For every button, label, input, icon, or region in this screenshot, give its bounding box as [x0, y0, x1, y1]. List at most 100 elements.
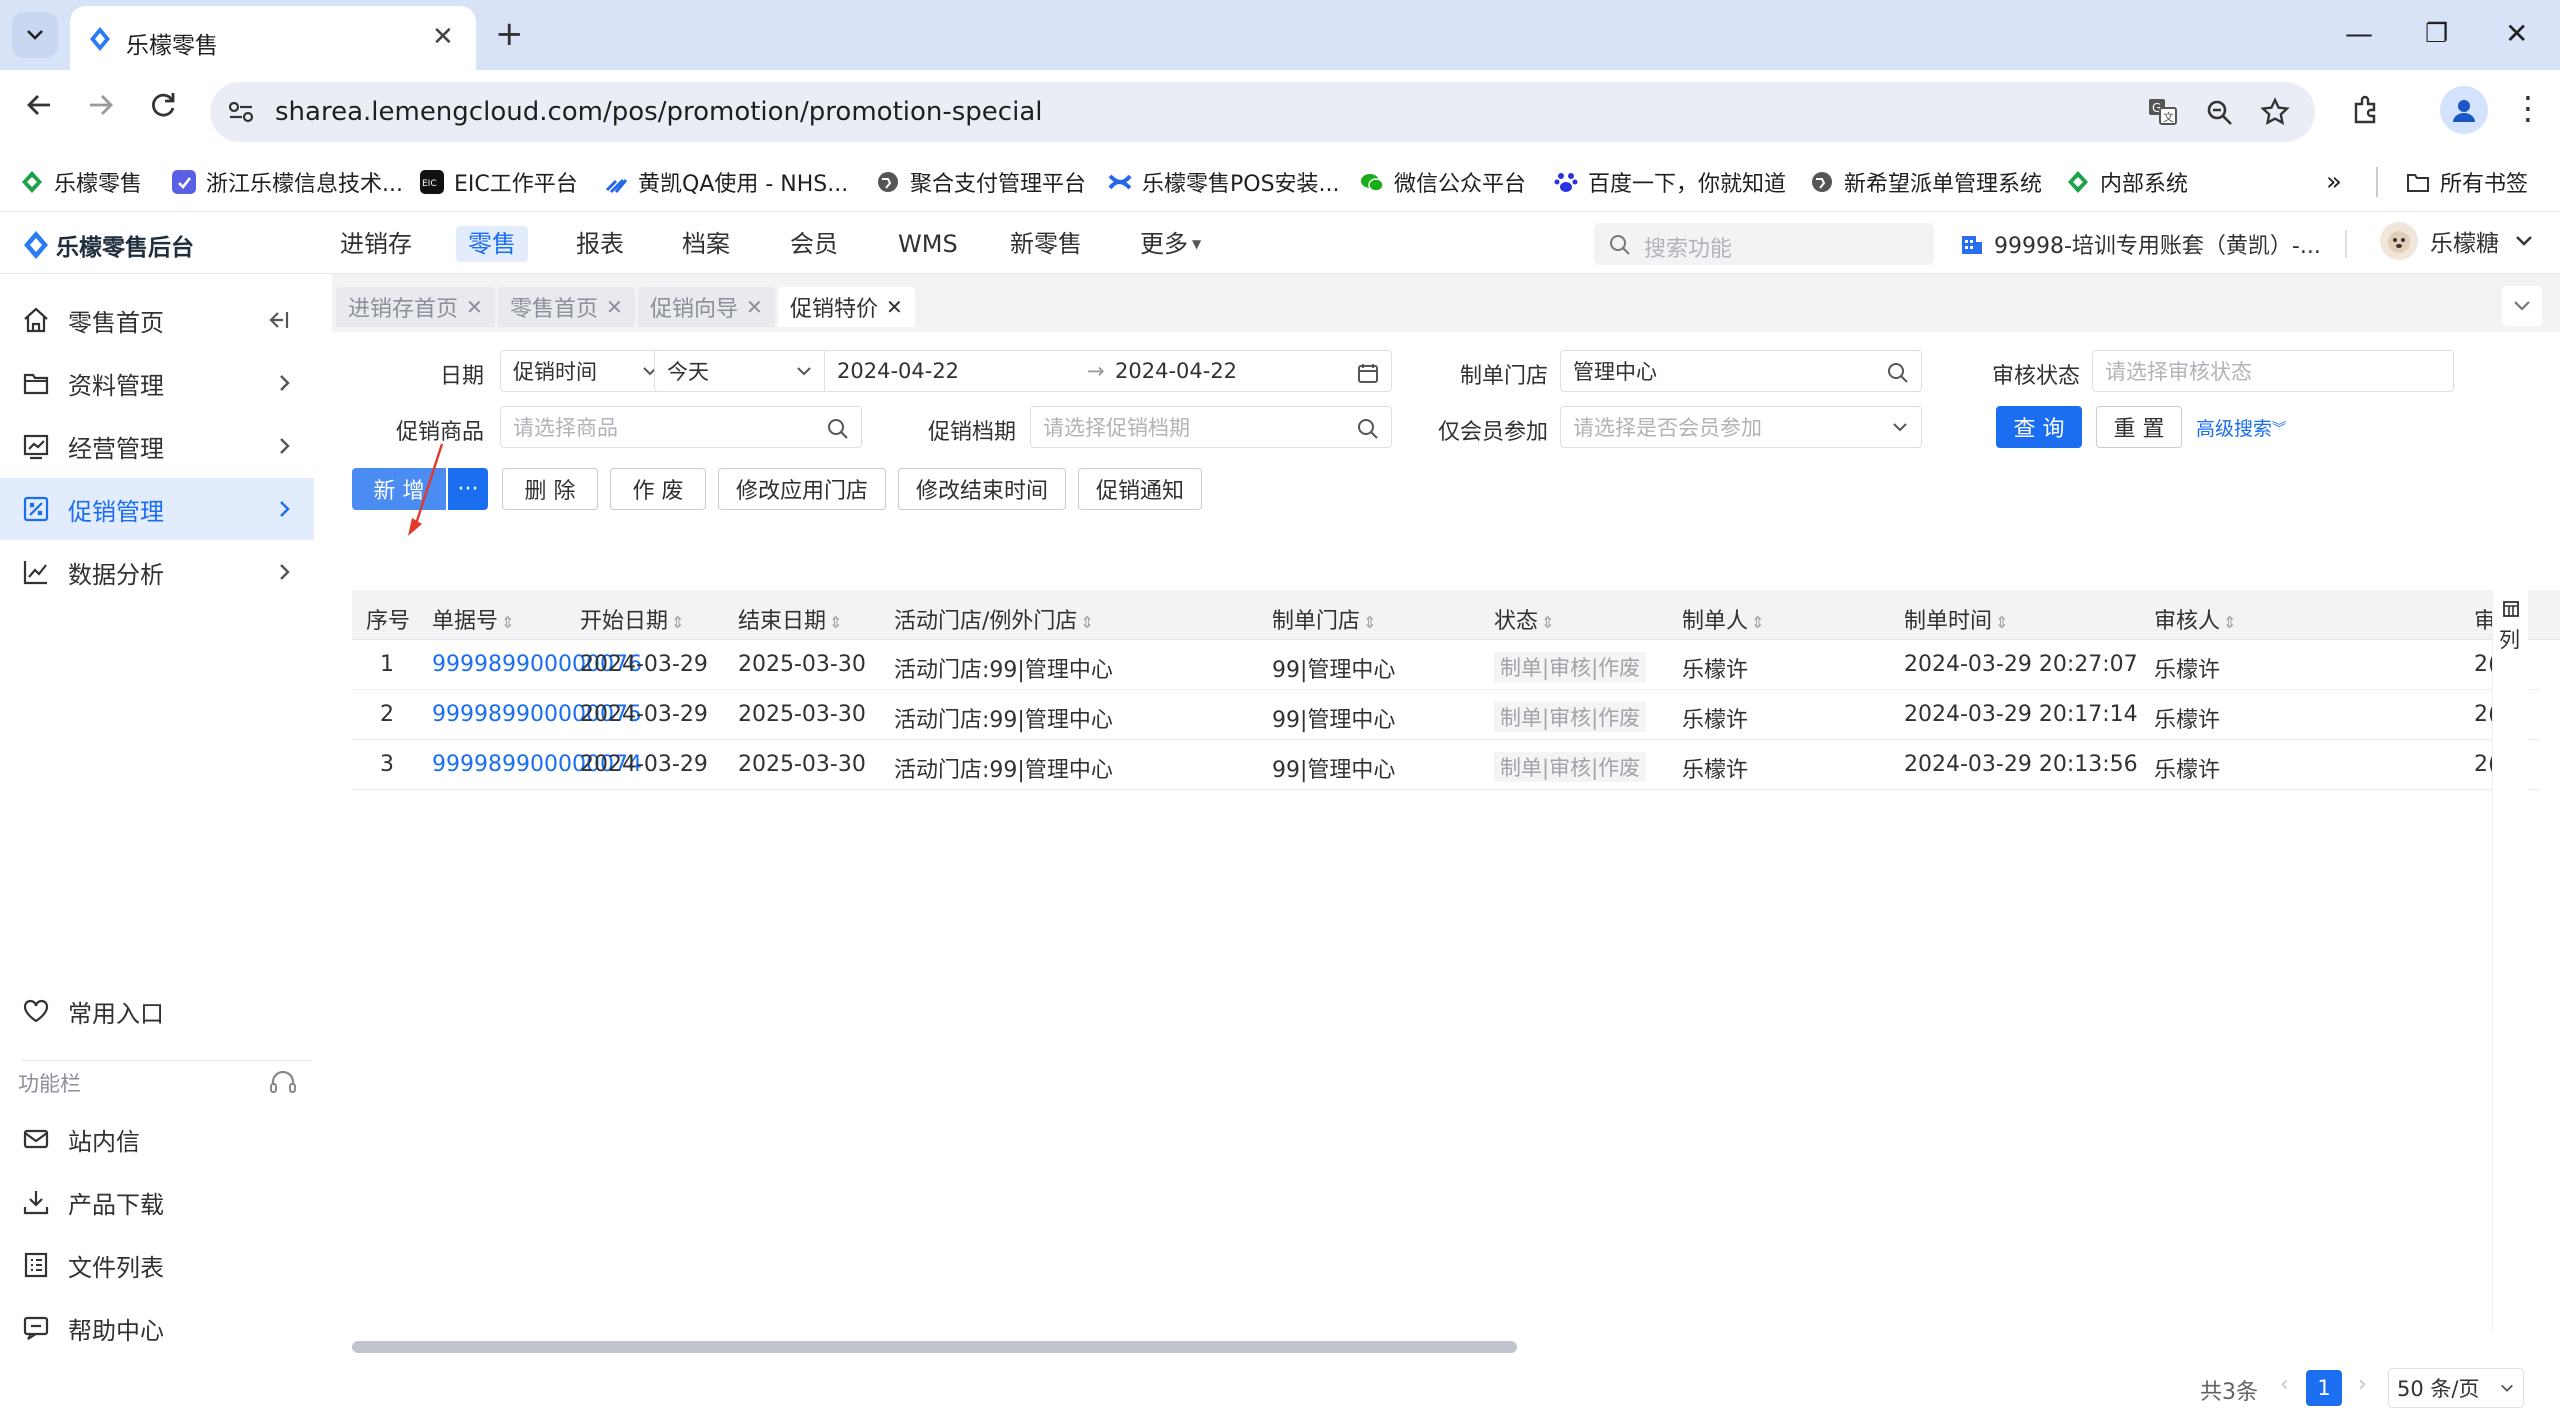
advanced-search-link[interactable]: 高级搜索 ︾ [2196, 414, 2286, 441]
browser-menu-icon[interactable]: ⋮ [2512, 88, 2544, 128]
sort-icon[interactable]: ⇕ [2223, 613, 2236, 632]
bookmark-item[interactable]: 乐檬零售 [20, 164, 142, 200]
modify-store-button[interactable]: 修改应用门店 [718, 468, 886, 510]
sort-icon[interactable]: ⇕ [829, 613, 842, 632]
restore-icon[interactable]: ❐ [2425, 18, 2448, 50]
prev-page-icon[interactable]: ‹ [2280, 1372, 2289, 1397]
page-tab[interactable]: 零售首页 ✕ [498, 287, 635, 327]
modify-end-time-button[interactable]: 修改结束时间 [898, 468, 1066, 510]
profile-avatar[interactable] [2440, 86, 2488, 134]
audit-status-select[interactable]: 请选择审核状态 [2092, 350, 2454, 392]
page-tab[interactable]: 促销向导 ✕ [638, 287, 775, 327]
extensions-icon[interactable] [2350, 94, 2382, 126]
col-header-end[interactable]: 结束日期 ⇕ [738, 603, 842, 635]
page-size-select[interactable]: 50 条/页 [2388, 1368, 2524, 1408]
url-text[interactable]: sharea.lemengcloud.com/pos/promotion/pro… [275, 97, 1042, 127]
schedule-input[interactable]: 请选择促销档期 [1030, 406, 1392, 448]
brand[interactable]: 乐檬零售后台 [22, 228, 194, 262]
sort-icon[interactable]: ⇕ [671, 613, 684, 632]
translate-icon[interactable]: G文 [2148, 98, 2178, 126]
headset-icon[interactable] [268, 1068, 298, 1098]
sidebar-item-messages[interactable]: 站内信 [0, 1108, 314, 1170]
bookmark-item[interactable]: 百度一下，你就知道 [1554, 164, 1786, 200]
sidebar-item-data-analysis[interactable]: 数据分析 [0, 541, 314, 603]
sidebar-item-data-management[interactable]: 资料管理 [0, 352, 314, 414]
date-range-select[interactable]: 今天 [654, 350, 826, 392]
function-search-input[interactable]: 搜索功能 [1594, 223, 1934, 265]
sort-icon[interactable]: ⇕ [1995, 613, 2008, 632]
close-tab-icon[interactable]: ✕ [432, 22, 454, 52]
date-type-select[interactable]: 促销时间 [500, 350, 672, 392]
col-header-maker-store[interactable]: 制单门店 ⇕ [1272, 603, 1376, 635]
bookmark-item[interactable]: 黄凯QA使用 - NHS... [604, 164, 848, 200]
nav-member[interactable]: 会员 [778, 226, 850, 262]
close-icon[interactable]: ✕ [746, 295, 763, 319]
back-icon[interactable] [24, 90, 54, 120]
nav-wms[interactable]: WMS [886, 226, 970, 262]
minimize-icon[interactable]: — [2345, 18, 2373, 50]
sidebar-item-file-list[interactable]: 文件列表 [0, 1234, 314, 1296]
sort-icon[interactable]: ⇕ [1541, 613, 1554, 632]
more-bookmarks-icon[interactable]: » [2326, 164, 2342, 200]
reload-icon[interactable] [148, 90, 178, 120]
close-icon[interactable]: ✕ [606, 295, 623, 319]
date-range-picker[interactable]: 2024-04-22 → 2024-04-22 [824, 350, 1392, 392]
nav-archive[interactable]: 档案 [670, 226, 742, 262]
bookmark-item[interactable]: 浙江乐檬信息技术... [172, 164, 403, 200]
nav-new-retail[interactable]: 新零售 [998, 226, 1094, 262]
member-select[interactable]: 请选择是否会员参加 [1560, 406, 1922, 448]
table-row[interactable]: 1 999989900000076 2024-03-29 2025-03-30 … [352, 640, 2540, 690]
site-settings-icon[interactable] [228, 100, 254, 124]
account-switcher[interactable]: 99998-培训专用账套（黄凯）-... [1960, 228, 2321, 260]
sort-icon[interactable]: ⇕ [1363, 613, 1376, 632]
sort-icon[interactable]: ⇕ [1751, 613, 1764, 632]
query-button[interactable]: 查 询 [1996, 406, 2082, 448]
sidebar-item-downloads[interactable]: 产品下载 [0, 1171, 314, 1233]
reset-button[interactable]: 重 置 [2096, 406, 2182, 448]
horizontal-scrollbar[interactable] [352, 1341, 1517, 1353]
current-page[interactable]: 1 [2306, 1370, 2342, 1406]
nav-more[interactable]: 更多 ▼ [1128, 226, 1213, 262]
tabs-dropdown-button[interactable] [2502, 286, 2542, 326]
page-tab[interactable]: 进销存首页 ✕ [336, 287, 495, 327]
close-window-icon[interactable]: ✕ [2505, 18, 2528, 50]
user-menu[interactable]: 乐檬糖 [2380, 222, 2533, 260]
nav-reports[interactable]: 报表 [564, 226, 636, 262]
bookmark-star-icon[interactable] [2260, 97, 2290, 127]
sidebar-item-help[interactable]: 帮助中心 [0, 1297, 314, 1359]
product-input[interactable]: 请选择商品 [500, 406, 862, 448]
delete-button[interactable]: 删 除 [502, 468, 598, 510]
col-header-status[interactable]: 状态 ⇕ [1494, 603, 1554, 635]
browser-tab[interactable]: 乐檬零售 ✕ [70, 6, 476, 70]
address-bar[interactable]: sharea.lemengcloud.com/pos/promotion/pro… [210, 82, 2315, 142]
col-header-stores[interactable]: 活动门店/例外门店 ⇕ [894, 603, 1094, 635]
col-header-auditor[interactable]: 审核人 ⇕ [2154, 603, 2236, 635]
tab-search-button[interactable] [12, 12, 58, 58]
close-icon[interactable]: ✕ [466, 295, 483, 319]
bookmark-item[interactable]: 乐檬零售POS安装... [1108, 164, 1340, 200]
next-page-icon[interactable]: › [2358, 1372, 2367, 1397]
sidebar-item-retail-home[interactable]: 零售首页 [0, 289, 314, 351]
sidebar-item-promotion[interactable]: 促销管理 [0, 478, 314, 540]
table-row[interactable]: 3 999989900000074 2024-03-29 2025-03-30 … [352, 740, 2540, 790]
page-tab-active[interactable]: 促销特价 ✕ [778, 287, 915, 327]
all-bookmarks[interactable]: 所有书签 [2406, 164, 2528, 200]
close-icon[interactable]: ✕ [886, 295, 903, 319]
add-more-button[interactable]: ··· [448, 468, 488, 510]
sidebar-item-operations[interactable]: 经营管理 [0, 415, 314, 477]
col-header-doc[interactable]: 单据号 ⇕ [432, 603, 514, 635]
collapse-sidebar-icon[interactable] [266, 307, 292, 333]
nav-retail[interactable]: 零售 [456, 226, 528, 262]
zoom-icon[interactable] [2206, 99, 2234, 127]
forward-icon[interactable] [86, 90, 116, 120]
bookmark-item[interactable]: 聚合支付管理平台 [876, 164, 1086, 200]
sort-icon[interactable]: ⇕ [1080, 613, 1093, 632]
col-header-start[interactable]: 开始日期 ⇕ [580, 603, 684, 635]
column-settings-panel[interactable]: 列 [2492, 590, 2528, 1330]
void-button[interactable]: 作 废 [610, 468, 706, 510]
nav-inventory[interactable]: 进销存 [328, 226, 424, 262]
bookmark-item[interactable]: 新希望派单管理系统 [1810, 164, 2042, 200]
bookmark-item[interactable]: 微信公众平台 [1360, 164, 1526, 200]
col-header-time[interactable]: 制单时间 ⇕ [1904, 603, 2008, 635]
store-input[interactable]: 管理中心 [1560, 350, 1922, 392]
